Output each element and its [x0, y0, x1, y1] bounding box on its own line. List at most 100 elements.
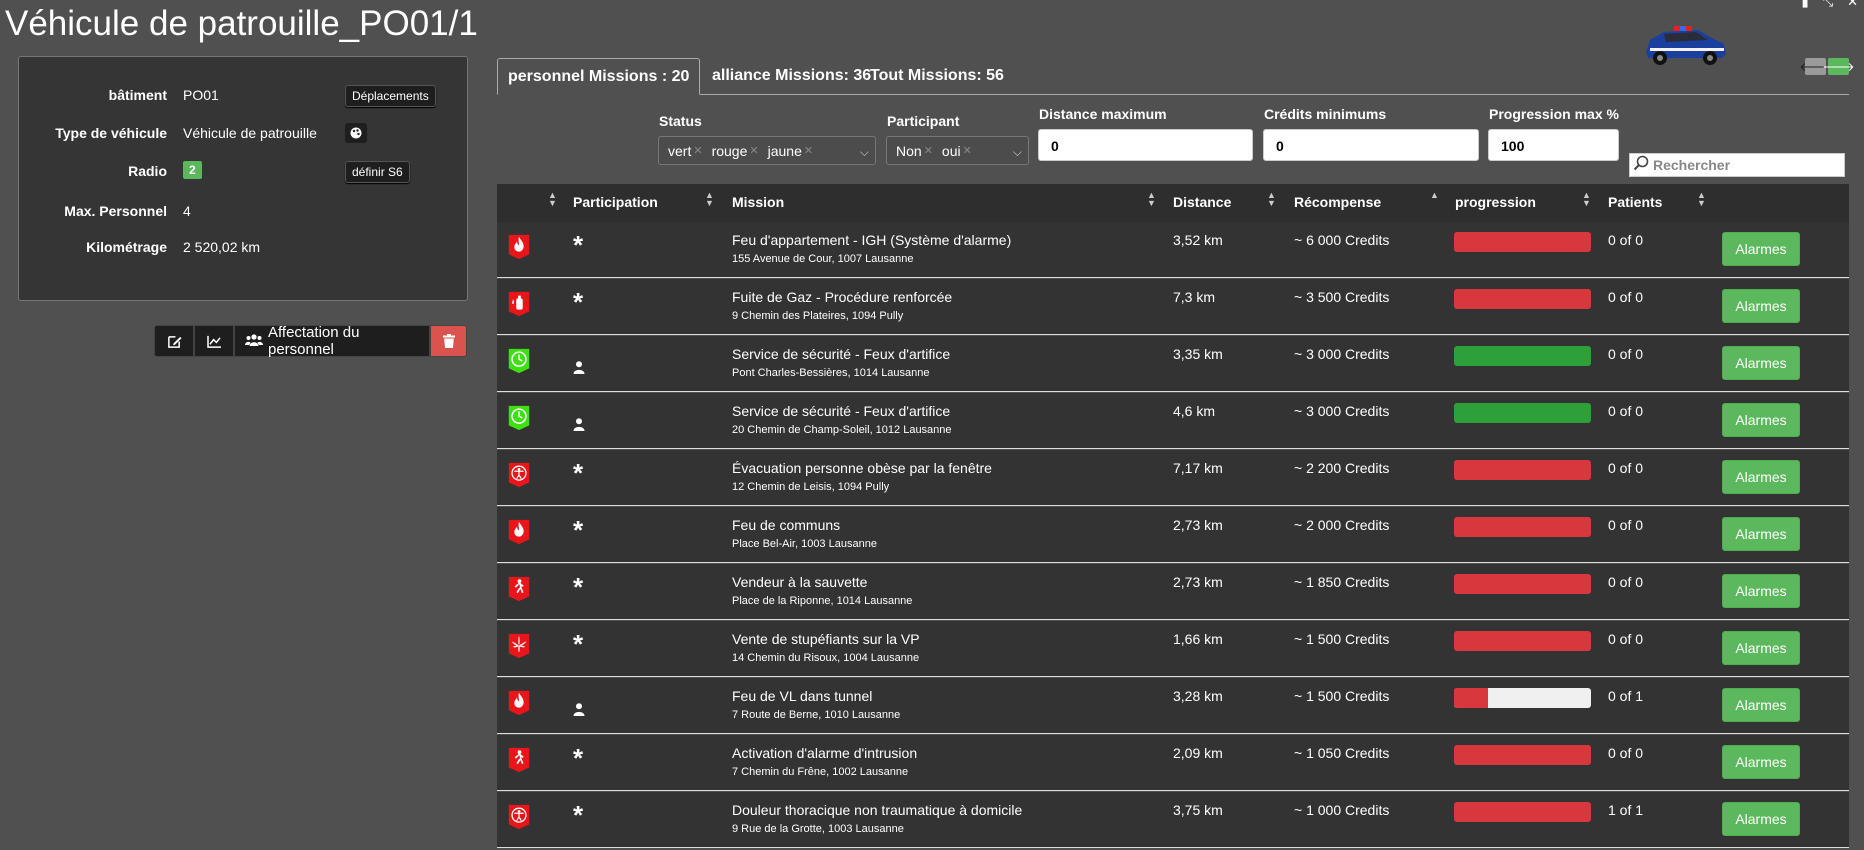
alarmes-button[interactable]: Alarmes	[1722, 802, 1800, 836]
mission-patients: 0 of 0	[1608, 403, 1644, 419]
alarmes-button[interactable]: Alarmes	[1722, 232, 1800, 266]
participant-filter-select[interactable]: Non ✕ oui ✕ ⌵	[886, 136, 1029, 165]
mission-patients: 0 of 0	[1608, 346, 1644, 362]
table-row: * Feu d'appartement - IGH (Système d'alar…	[497, 222, 1849, 278]
alarmes-button[interactable]: Alarmes	[1722, 688, 1800, 722]
mission-distance: 2,73 km	[1173, 517, 1223, 533]
mission-name[interactable]: Service de sécurité - Feux d'artifice	[732, 346, 950, 362]
mission-name[interactable]: Vendeur à la sauvette	[732, 574, 867, 590]
column-patients[interactable]: Patients	[1608, 194, 1662, 210]
distance-max-input[interactable]: 0	[1038, 129, 1253, 161]
mission-marker-clock-icon[interactable]	[507, 348, 531, 374]
mission-marker-cannabis-leaf-icon[interactable]	[507, 633, 531, 659]
alarmes-button[interactable]: Alarmes	[1722, 631, 1800, 665]
mission-name[interactable]: Feu de VL dans tunnel	[732, 688, 872, 704]
sort-asc-icon[interactable]: ▲	[1430, 191, 1439, 200]
mission-marker-gas-leak-icon[interactable]	[507, 291, 531, 317]
alarmes-button[interactable]: Alarmes	[1722, 403, 1800, 437]
status-option-rouge[interactable]: rouge	[712, 143, 748, 159]
progress-bar-fill	[1454, 460, 1591, 480]
missions-table-header: ▲ ▼ Participation ▲ ▼ Mission ▲ ▼ Distance …	[497, 184, 1849, 222]
mission-reward: ~ 3 000 Credits	[1294, 403, 1390, 419]
progression-max-input[interactable]: 100	[1488, 129, 1619, 161]
asterisk-icon: *	[573, 629, 584, 659]
mission-marker-fire-icon[interactable]	[507, 690, 531, 716]
status-option-jaune[interactable]: jaune	[768, 143, 802, 159]
sort-icon[interactable]: ▲ ▼	[1267, 191, 1276, 208]
progress-bar-fill	[1454, 289, 1591, 309]
close-icon[interactable]: ✕	[1847, 0, 1858, 10]
table-row: * Vendeur à la sauvette Place de la Riponn…	[497, 564, 1849, 620]
alarmes-button[interactable]: Alarmes	[1722, 346, 1800, 380]
alarmes-button[interactable]: Alarmes	[1722, 574, 1800, 608]
alarmes-button[interactable]: Alarmes	[1722, 745, 1800, 779]
mission-marker-fire-icon[interactable]	[507, 234, 531, 260]
column-participation[interactable]: Participation	[573, 194, 658, 210]
column-progression[interactable]: progression	[1455, 194, 1536, 210]
table-row: * Activation d'alarme d'intrusion 7 Chemin…	[497, 735, 1849, 791]
progress-bar-fill	[1454, 346, 1591, 366]
edit-icon[interactable]	[154, 325, 194, 357]
deplacements-button[interactable]: Déplacements	[345, 85, 436, 107]
mission-marker-clock-icon[interactable]	[507, 405, 531, 431]
progress-bar	[1454, 745, 1591, 765]
mission-name[interactable]: Évacuation personne obèse par la fenêtre	[732, 460, 992, 476]
mission-patients: 0 of 0	[1608, 289, 1644, 305]
batiment-value[interactable]: PO01	[183, 87, 219, 103]
mission-marker-running-person-icon[interactable]	[507, 576, 531, 602]
mission-name[interactable]: Feu d'appartement - IGH (Système d'alarm…	[732, 232, 1011, 248]
tab-tout-missions[interactable]: Tout Missions: 56	[860, 58, 1014, 93]
mission-marker-person-circle-icon[interactable]	[507, 462, 531, 488]
mission-name[interactable]: Service de sécurité - Feux d'artifice	[732, 403, 950, 419]
mission-marker-person-circle-icon[interactable]	[507, 804, 531, 830]
mission-name[interactable]: Feu de communs	[732, 517, 840, 533]
alarmes-button[interactable]: Alarmes	[1722, 289, 1800, 323]
trash-icon[interactable]	[430, 325, 467, 357]
chart-icon[interactable]	[194, 325, 234, 357]
status-option-vert[interactable]: vert	[668, 143, 691, 159]
mission-name[interactable]: Vente de stupéfiants sur la VP	[732, 631, 920, 647]
sort-icon[interactable]: ▲ ▼	[705, 191, 714, 208]
mission-reward: ~ 1 850 Credits	[1294, 574, 1390, 590]
mission-marker-fire-icon[interactable]	[507, 519, 531, 545]
chevron-down-icon: ⌵	[1012, 145, 1022, 159]
sort-icon[interactable]: ▲ ▼	[1147, 191, 1156, 208]
definir-s6-button[interactable]: définir S6	[345, 161, 410, 183]
asterisk-icon: *	[573, 230, 584, 260]
participant-option-non[interactable]: Non	[896, 143, 922, 159]
palette-icon[interactable]	[345, 123, 367, 143]
mission-tabs: personnel Missions : 20 alliance Mission…	[497, 58, 1849, 95]
column-mission[interactable]: Mission	[732, 194, 784, 210]
sort-icon[interactable]: ▲ ▼	[1582, 191, 1591, 208]
mission-reward: ~ 6 000 Credits	[1294, 232, 1390, 248]
table-row: Service de sécurité - Feux d'artifice Pon…	[497, 336, 1849, 392]
mission-address: 9 Chemin des Plateires, 1094 Pully	[732, 310, 904, 322]
mission-address: Place de la Riponne, 1014 Lausanne	[732, 595, 913, 607]
sort-icon[interactable]: ▲ ▼	[548, 191, 557, 208]
status-filter-select[interactable]: vert ✕ rouge ✕ jaune ✕ ⌵	[658, 136, 876, 165]
column-recompense[interactable]: Récompense	[1294, 194, 1381, 210]
compress-icon[interactable]: ⤡	[1823, 0, 1833, 10]
mission-distance: 3,28 km	[1173, 688, 1223, 704]
mission-marker-running-person-icon[interactable]	[507, 747, 531, 773]
progress-bar-fill	[1454, 574, 1591, 594]
tab-personnel-missions[interactable]: personnel Missions : 20	[497, 58, 701, 95]
alarmes-button[interactable]: Alarmes	[1722, 517, 1800, 551]
affectation-label: Affectation du personnel	[268, 324, 360, 358]
participant-option-oui[interactable]: oui	[942, 143, 961, 159]
mission-name[interactable]: Fuite de Gaz - Procédure renforcée	[732, 289, 952, 305]
mission-name[interactable]: Douleur thoracique non traumatique à dom…	[732, 802, 1022, 818]
progress-bar-fill	[1454, 802, 1591, 822]
credits-min-input[interactable]: 0	[1263, 129, 1479, 161]
mission-distance: 2,09 km	[1173, 745, 1223, 761]
search-input[interactable]: Rechercher	[1629, 153, 1845, 177]
mission-reward: ~ 1 500 Credits	[1294, 631, 1390, 647]
sort-icon[interactable]: ▲ ▼	[1697, 191, 1706, 208]
alarmes-button[interactable]: Alarmes	[1722, 460, 1800, 494]
column-distance[interactable]: Distance	[1173, 194, 1231, 210]
clipboard-icon[interactable]: ▮	[1802, 0, 1809, 10]
tab-alliance-missions[interactable]: alliance Missions: 36	[702, 58, 881, 93]
affectation-personnel-button[interactable]: Affectation du personnel	[234, 324, 430, 358]
table-row: Service de sécurité - Feux d'artifice 20 …	[497, 393, 1849, 449]
mission-name[interactable]: Activation d'alarme d'intrusion	[732, 745, 917, 761]
